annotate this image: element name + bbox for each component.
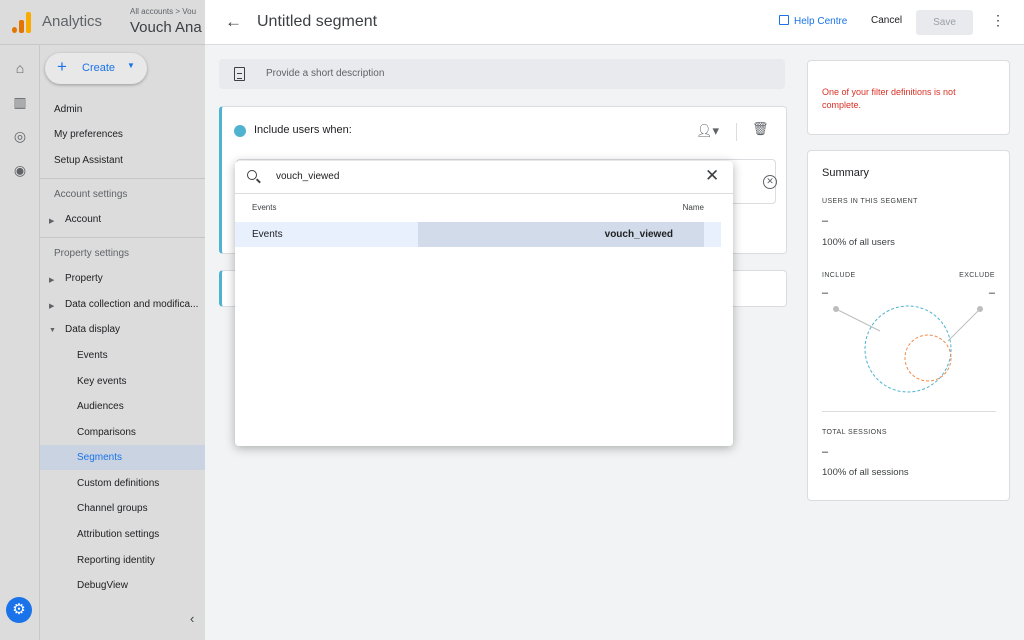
exclude-leader-line xyxy=(947,308,981,342)
divider xyxy=(40,178,206,179)
result-category-cell: Events xyxy=(235,222,418,247)
nav-events[interactable]: Events xyxy=(77,350,108,361)
include-title: Include users when: xyxy=(254,124,352,136)
chevron-right-icon: ▶ xyxy=(49,303,55,310)
admin-gear-icon[interactable]: ⚙ xyxy=(6,597,32,623)
users-value: – xyxy=(822,215,829,227)
remove-condition-icon[interactable]: ✕ xyxy=(763,175,777,189)
segment-header: ← Untitled segment Help Centre Cancel Sa… xyxy=(205,0,1024,45)
nav-selected-highlight xyxy=(40,445,206,470)
divider xyxy=(736,123,737,141)
chevron-right-icon: ▶ xyxy=(49,218,55,225)
nav-account-settings-header: Account settings xyxy=(54,189,128,200)
users-sub: 100% of all users xyxy=(822,237,895,248)
exclude-caption: EXCLUDE xyxy=(959,272,995,279)
segment-title[interactable]: Untitled segment xyxy=(257,13,377,31)
nav-property[interactable]: Property xyxy=(65,273,103,284)
users-caption: USERS IN THIS SEGMENT xyxy=(822,198,918,205)
column-header-name: Name xyxy=(682,203,704,212)
error-message: One of your filter definitions is not co… xyxy=(822,87,956,110)
plus-icon: + xyxy=(57,57,67,76)
explore-icon[interactable]: ◎ xyxy=(11,127,29,145)
divider xyxy=(822,411,996,412)
breadcrumb[interactable]: All accounts > Vou xyxy=(130,7,196,16)
event-picker-dropdown: ✕ Events Name Events vouch_viewed xyxy=(235,161,733,446)
condition-color-dot xyxy=(234,125,246,137)
nav-attribution-settings[interactable]: Attribution settings xyxy=(77,529,159,540)
nav-custom-definitions[interactable]: Custom definitions xyxy=(77,478,159,489)
nav-account[interactable]: Account xyxy=(65,214,101,225)
sessions-caption: TOTAL SESSIONS xyxy=(822,429,887,436)
exclude-leader-dot xyxy=(977,306,983,312)
exclude-ring xyxy=(904,334,952,382)
user-scope-dropdown-icon[interactable]: 👤︎▾ xyxy=(696,123,719,139)
chevron-down-icon: ▼ xyxy=(49,327,56,334)
search-input[interactable] xyxy=(276,171,696,182)
nav-comparisons[interactable]: Comparisons xyxy=(77,427,136,438)
include-leader-dot xyxy=(833,306,839,312)
nav-property-settings-header: Property settings xyxy=(54,248,130,259)
help-centre-link[interactable]: Help Centre xyxy=(779,15,847,27)
nav-my-preferences[interactable]: My preferences xyxy=(54,129,123,140)
reports-icon[interactable]: ▥ xyxy=(11,93,29,111)
error-card: One of your filter definitions is not co… xyxy=(807,60,1010,135)
exclude-value: – xyxy=(988,287,995,299)
nav-audiences[interactable]: Audiences xyxy=(77,401,124,412)
result-row[interactable]: Events vouch_viewed xyxy=(235,222,721,247)
app-title: Analytics xyxy=(42,13,103,30)
clear-icon[interactable]: ✕ xyxy=(705,167,719,185)
back-arrow-icon[interactable]: ← xyxy=(225,12,242,32)
nav-channel-groups[interactable]: Channel groups xyxy=(77,503,148,514)
home-icon[interactable]: ⌂ xyxy=(11,59,29,77)
nav-key-events[interactable]: Key events xyxy=(77,376,126,387)
nav-admin[interactable]: Admin xyxy=(54,104,82,115)
chevron-down-icon: ▼ xyxy=(127,61,135,70)
nav-debugview[interactable]: DebugView xyxy=(77,580,128,591)
include-leader-line xyxy=(835,308,881,332)
description-placeholder: Provide a short description xyxy=(266,68,385,79)
result-event-name: vouch_viewed xyxy=(604,229,673,240)
chevron-right-icon: ▶ xyxy=(49,277,55,284)
left-rail: ⌂ ▥ ◎ ◉ xyxy=(0,45,40,640)
create-button[interactable]: + Create ▼ xyxy=(45,53,147,84)
save-button[interactable]: Save xyxy=(916,10,973,35)
more-options-icon[interactable]: ⋮ xyxy=(991,12,1005,29)
include-value: – xyxy=(822,287,829,299)
divider xyxy=(40,237,206,238)
description-field[interactable]: Provide a short description xyxy=(219,59,785,89)
dropdown-search-bar: ✕ xyxy=(235,161,733,194)
summary-card: Summary USERS IN THIS SEGMENT – 100% of … xyxy=(807,150,1010,501)
nav-data-collection[interactable]: Data collection and modifica... xyxy=(65,299,198,310)
nav-data-display[interactable]: Data display xyxy=(65,324,120,335)
nav-setup-assistant[interactable]: Setup Assistant xyxy=(54,155,123,166)
sessions-value: – xyxy=(822,446,829,458)
document-icon xyxy=(234,67,245,81)
advertising-icon[interactable]: ◉ xyxy=(11,161,29,179)
result-name-cell[interactable]: vouch_viewed xyxy=(418,222,704,247)
nav-reporting-identity[interactable]: Reporting identity xyxy=(77,555,155,566)
property-name[interactable]: Vouch Ana xyxy=(130,19,202,36)
venn-diagram xyxy=(833,305,983,393)
column-header-events: Events xyxy=(252,203,277,212)
nav-segments[interactable]: Segments xyxy=(77,452,122,463)
include-caption: INCLUDE xyxy=(822,272,856,279)
sessions-sub: 100% of all sessions xyxy=(822,467,909,478)
search-icon xyxy=(247,170,257,180)
external-link-icon xyxy=(779,15,789,25)
analytics-logo-icon xyxy=(10,11,32,33)
result-category: Events xyxy=(252,229,283,240)
cancel-button[interactable]: Cancel xyxy=(871,15,902,26)
delete-icon[interactable]: 🗑︎ xyxy=(752,121,769,137)
admin-nav: + Create ▼ Admin My preferences Setup As… xyxy=(40,45,206,640)
collapse-nav-icon[interactable]: ‹ xyxy=(190,611,194,626)
summary-title: Summary xyxy=(822,167,870,179)
